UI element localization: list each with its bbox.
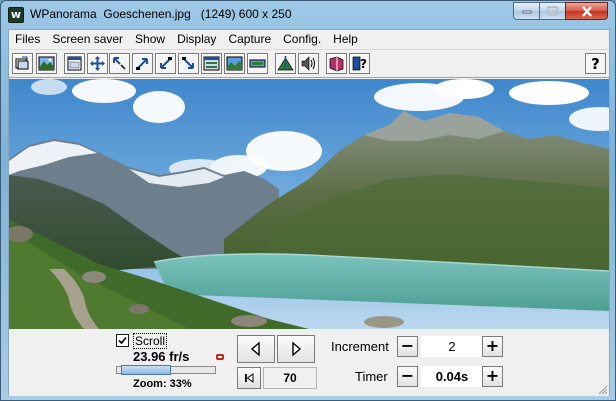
arrow-up-right-icon [136,58,148,70]
arrow-down-right-icon [182,57,194,69]
timer-field[interactable]: 0.04s [421,366,483,387]
timer-minus-button[interactable]: − [397,366,418,387]
menu-bar: Files Screen saver Show Display Capture … [9,30,609,48]
window-size-button[interactable] [64,53,85,74]
resize-grip-icon[interactable] [598,385,608,395]
menu-show[interactable]: Show [129,30,171,48]
title-bar[interactable]: w WPanorama Goeschenen.jpg (1249) 600 x … [1,1,615,29]
window-title: WPanorama Goeschenen.jpg (1249) 600 x 25… [30,7,292,21]
caption-bar-button[interactable] [201,53,222,74]
help-book-button[interactable]: ? [349,53,370,74]
increment-label: Increment [331,339,389,354]
book-icon [329,56,344,72]
skip-to-start-icon [245,373,254,383]
menu-screen-saver[interactable]: Screen saver [46,30,129,48]
go-to-start-button[interactable] [237,367,261,389]
menu-files[interactable]: Files [9,30,46,48]
scroll-controls: Scroll 23.96 fr/s Zoom: 33% 70 Increment… [9,329,609,396]
menu-help[interactable]: Help [327,30,364,48]
triangle-left-icon [250,341,260,357]
shrink-button[interactable] [109,53,130,74]
caption-bar-icon [203,56,220,71]
client-area: Files Screen saver Show Display Capture … [8,29,610,396]
record-indicator-icon [216,354,224,360]
close-button[interactable] [565,2,608,20]
expand-arrows-icon [90,56,105,71]
position-field[interactable]: 70 [263,367,317,389]
zoom-slider-thumb[interactable] [121,365,171,375]
timer-plus-button[interactable]: + [482,366,503,387]
landscape-picture-icon [38,56,55,71]
timer-label: Timer [355,369,388,384]
scroll-left-button[interactable] [237,335,275,363]
close-icon [581,5,592,17]
expand-up-right-button[interactable] [132,53,153,74]
zoom-label: Zoom: 33% [133,378,192,390]
panorama-icon [226,56,243,71]
help-book-icon: ? [352,56,367,71]
panorama-view-button[interactable] [224,53,245,74]
svg-text:?: ? [591,55,600,72]
scroll-checkbox[interactable] [116,334,129,347]
app-window: w WPanorama Goeschenen.jpg (1249) 600 x … [0,0,616,401]
arrow-shrink-icon [113,57,126,70]
mountain-peak-icon [277,56,294,71]
panorama-picture [9,79,609,329]
maximize-button[interactable] [539,2,565,20]
increment-field[interactable]: 2 [421,336,483,357]
window-frame-icon [67,56,82,71]
svg-text:?: ? [360,57,367,71]
full-screen-button[interactable] [87,53,108,74]
question-mark-icon: ? [591,55,600,72]
mountain-peak-button[interactable] [275,53,296,74]
maximize-icon [547,6,558,16]
increment-minus-button[interactable]: − [397,336,418,357]
caption-buttons [513,2,608,20]
open-file-button[interactable] [12,53,33,74]
shrink-down-left-button[interactable] [155,53,176,74]
speaker-icon [301,56,315,71]
book-button[interactable] [326,53,347,74]
checkmark-icon [118,336,127,345]
triangle-right-icon [292,341,302,357]
show-picture-button[interactable] [36,53,57,74]
increment-plus-button[interactable]: + [482,336,503,357]
toolbar: ? ? [9,49,609,78]
context-help-button[interactable]: ? [585,53,606,74]
app-icon[interactable]: w [8,7,24,23]
menu-config[interactable]: Config. [277,30,327,48]
expand-down-right-button[interactable] [178,53,199,74]
arrow-down-left-icon [160,57,172,69]
horizontal-bar-icon [249,59,266,68]
menu-display[interactable]: Display [171,30,222,48]
scroll-label[interactable]: Scroll [133,333,168,349]
horizontal-scroll-button[interactable] [247,53,268,74]
frame-rate: 23.96 fr/s [133,349,190,364]
scroll-right-button[interactable] [277,335,315,363]
menu-capture[interactable]: Capture [222,30,277,48]
sound-button[interactable] [298,53,319,74]
minimize-button[interactable] [513,2,539,20]
panorama-image[interactable] [9,79,609,329]
open-file-icon [15,56,29,70]
minimize-icon [522,10,531,14]
